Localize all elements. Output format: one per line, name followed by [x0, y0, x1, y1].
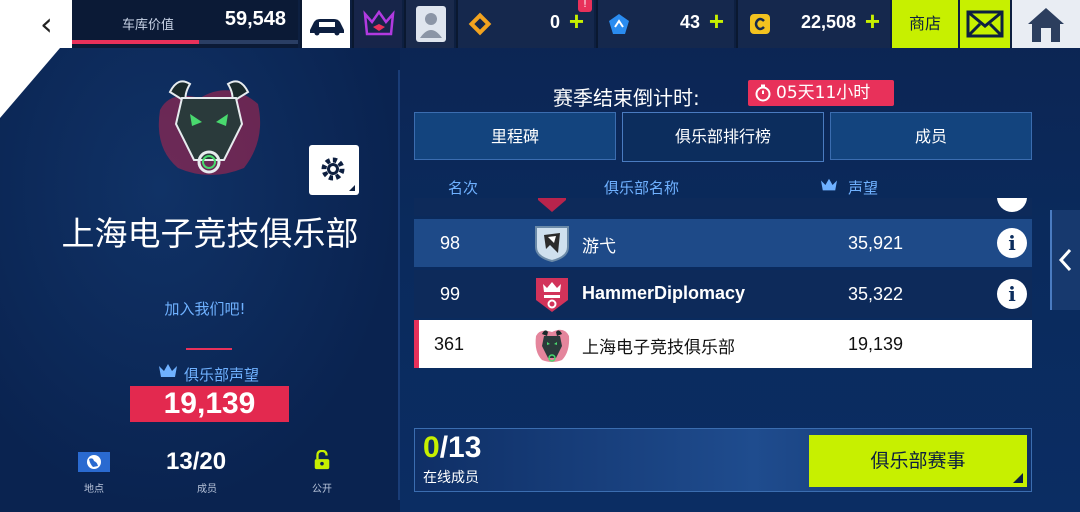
club-settings-button[interactable]	[309, 145, 359, 195]
club-event-button[interactable]: 俱乐部赛事	[809, 435, 1027, 487]
currency-credits[interactable]: 0 + !	[456, 0, 594, 48]
garage-value: 59,548	[224, 8, 286, 30]
leaderboard-row[interactable]: 98 游弋 35,921 i	[414, 219, 1032, 267]
club-reputation-label: 俱乐部声望	[184, 366, 260, 384]
club-emblem-icon	[158, 80, 261, 175]
add-coins-plus[interactable]: +	[865, 6, 880, 37]
garage-value-panel: 车库价值 59,548	[72, 0, 298, 48]
season-countdown-value: 05天11小时	[776, 83, 871, 103]
reputation-crown-icon	[159, 364, 177, 377]
mail-button[interactable]	[960, 0, 1010, 48]
credits-coin-icon	[468, 12, 492, 36]
own-club-marker	[414, 320, 419, 368]
row-club-name: HammerDiplomacy	[582, 283, 746, 303]
gear-icon	[321, 157, 355, 191]
members-label: 成员	[197, 484, 217, 495]
leaderboard-row-own-club[interactable]: 361 上海电子竞技俱乐部 19,139	[414, 320, 1032, 368]
currency-tokens[interactable]: 43 +	[596, 0, 734, 48]
club-join-text: 加入我们吧!	[164, 300, 246, 318]
tab-club-leaderboard[interactable]: 俱乐部排行榜	[622, 112, 824, 162]
members-count: 13/20	[166, 448, 227, 475]
club-reputation-value: 19,139	[130, 386, 289, 422]
club-logo-icon	[538, 198, 566, 212]
timer-icon	[755, 84, 771, 102]
row-reputation: 19,139	[848, 334, 904, 354]
credits-value: 0	[549, 12, 560, 32]
column-header-rank: 名次	[448, 179, 479, 197]
garage-button[interactable]	[300, 0, 350, 48]
tab-members[interactable]: 成员	[830, 112, 1032, 160]
club-logo-icon	[536, 278, 568, 312]
club-logo-icon	[535, 226, 569, 263]
online-members-label: 在线成员	[423, 470, 479, 486]
back-arrow-icon: ‹	[40, 5, 53, 43]
accent-divider	[186, 348, 232, 350]
side-panel-toggle[interactable]	[1050, 210, 1080, 310]
corner-notch-icon	[1013, 473, 1023, 483]
info-icon: i	[1008, 282, 1016, 306]
profile-button[interactable]	[404, 0, 454, 48]
row-club-name: 上海电子竞技俱乐部	[582, 338, 735, 358]
home-icon	[1028, 8, 1064, 42]
league-button[interactable]	[352, 0, 402, 48]
globe-icon	[78, 452, 110, 472]
add-tokens-plus[interactable]: +	[709, 6, 724, 37]
garage-progress-fill	[72, 40, 199, 44]
mail-icon	[966, 10, 1004, 38]
coins-value: 22,508	[800, 12, 856, 32]
info-button[interactable]: i	[997, 228, 1027, 258]
notification-badge: !	[578, 0, 592, 12]
column-header-club-name: 俱乐部名称	[604, 179, 680, 197]
club-footer-panel: 0/13 在线成员 俱乐部赛事	[414, 428, 1032, 492]
online-count: 0	[423, 431, 440, 464]
reputation-crown-icon	[821, 178, 837, 191]
shop-button[interactable]: 商店	[892, 0, 958, 48]
info-button[interactable]: i	[997, 279, 1027, 309]
leaderboard-row[interactable]: 99 HammerDiplomacy 35,322 i	[414, 270, 1032, 318]
chevron-left-icon	[1058, 248, 1072, 272]
currency-coins[interactable]: 22,508 +	[736, 0, 890, 48]
location-label: 地点	[84, 484, 104, 495]
row-club-name: 游弋	[582, 237, 616, 257]
online-total: /13	[439, 431, 482, 464]
row-reputation: 35,921	[848, 233, 904, 253]
club-name: 上海电子竞技俱乐部	[61, 214, 359, 253]
notification-text: !	[582, 0, 587, 10]
unlock-icon	[314, 450, 330, 470]
garage-value-label: 车库价值	[122, 18, 175, 33]
column-header-reputation: 声望	[848, 179, 879, 197]
club-logo-icon	[535, 329, 570, 362]
online-members-count: 0/13	[423, 431, 481, 465]
season-countdown-label: 赛季结束倒计时:	[553, 86, 700, 110]
car-icon	[310, 19, 344, 36]
row-reputation: 35,322	[848, 284, 904, 304]
tab-milestones[interactable]: 里程碑	[414, 112, 616, 160]
row-rank: 99	[440, 284, 461, 304]
profile-avatar-icon	[416, 6, 446, 42]
club-event-label: 俱乐部赛事	[870, 450, 966, 472]
row-rank: 98	[440, 233, 461, 253]
scrolled-row-partial	[414, 198, 1032, 216]
home-button[interactable]	[1012, 0, 1080, 48]
panel-divider	[398, 70, 400, 500]
tokens-value: 43	[679, 12, 700, 32]
info-icon: i	[1008, 231, 1016, 255]
league-crown-icon	[363, 9, 395, 36]
season-countdown-badge: 05天11小时	[748, 80, 894, 106]
row-rank: 361	[434, 334, 465, 354]
open-status-label: 公开	[312, 484, 332, 495]
coin-icon	[750, 14, 770, 34]
token-pentagon-icon	[609, 14, 629, 34]
